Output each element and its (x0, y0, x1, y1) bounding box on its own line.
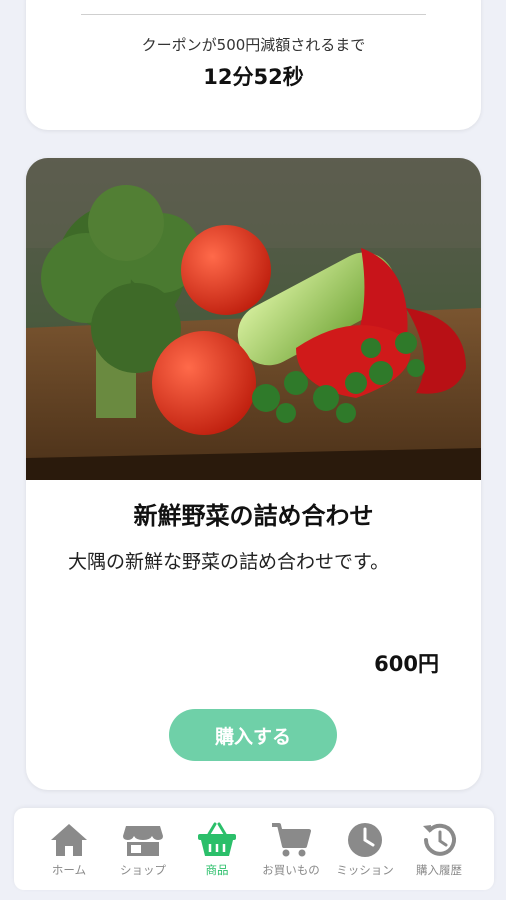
nav-item-mission[interactable]: ミッション (330, 808, 400, 878)
coupon-card: クーポンが500円減額されるまで 12分52秒 (26, 0, 481, 130)
product-card: 新鮮野菜の詰め合わせ 大隅の新鮮な野菜の詰め合わせです。 600円 購入する (26, 158, 481, 790)
nav-item-products[interactable]: 商品 (182, 808, 252, 878)
product-name: 新鮮野菜の詰め合わせ (133, 502, 374, 530)
shop-icon (123, 826, 163, 856)
product-description: 大隅の新鮮な野菜の詰め合わせです。 (68, 551, 390, 573)
nav-item-shop[interactable]: ショップ (108, 808, 178, 878)
nav-label-history: 購入履歴 (416, 863, 462, 877)
clock-icon (348, 823, 382, 857)
bottom-nav: ホーム ショップ 商品 お買いもの ミッション 購入履歴 (14, 808, 494, 890)
nav-label-home: ホーム (51, 863, 87, 877)
coupon-countdown: 12分52秒 (203, 65, 304, 89)
nav-label-shop: ショップ (120, 863, 166, 877)
home-icon (51, 824, 87, 856)
basket-icon (198, 822, 236, 856)
history-icon (423, 823, 456, 856)
nav-label-products: 商品 (205, 863, 229, 877)
nav-item-shopping[interactable]: お買いもの (256, 808, 326, 878)
coupon-message: クーポンが500円減額されるまで (141, 36, 366, 54)
nav-item-home[interactable]: ホーム (34, 808, 104, 878)
nav-label-mission: ミッション (336, 863, 394, 877)
product-price: 600円 (374, 652, 439, 676)
coupon-divider (81, 14, 426, 15)
cart-icon (272, 823, 311, 857)
nav-label-shopping: お買いもの (262, 863, 320, 877)
nav-item-history[interactable]: 購入履歴 (404, 808, 474, 878)
buy-button[interactable]: 購入する (169, 709, 337, 761)
product-image (26, 158, 481, 480)
